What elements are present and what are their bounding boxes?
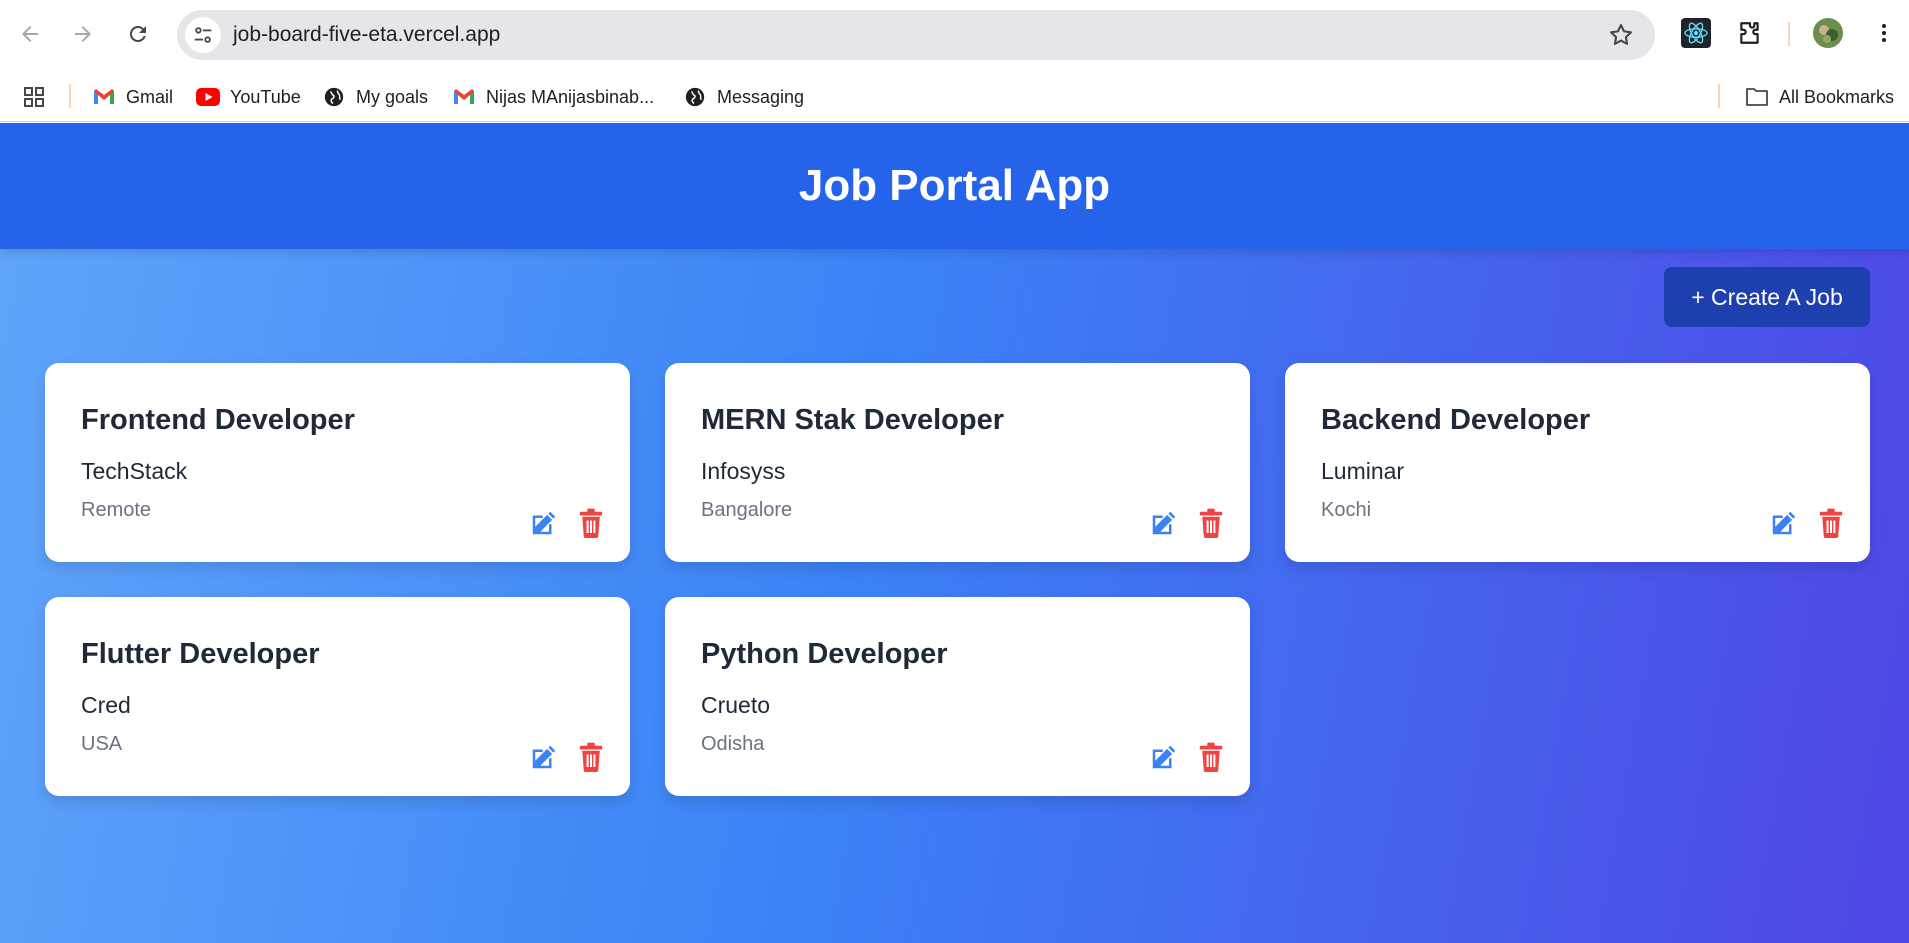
gmail-icon	[92, 85, 116, 109]
job-card: Python Developer Crueto Odisha	[665, 597, 1250, 796]
bookmark-label: My goals	[356, 86, 429, 107]
bookmarks-divider	[69, 84, 71, 108]
tune-icon	[194, 27, 212, 43]
react-icon	[1681, 18, 1711, 48]
job-location: Odisha	[701, 733, 765, 755]
profile-avatar[interactable]	[1812, 17, 1844, 49]
edit-icon[interactable]	[1149, 508, 1179, 538]
react-devtools-extension[interactable]	[1680, 17, 1712, 49]
job-title: Backend Developer	[1321, 404, 1591, 436]
job-location: Remote	[81, 499, 152, 521]
trash-icon[interactable]	[577, 742, 605, 772]
job-card: Frontend Developer TechStack Remote	[45, 363, 630, 562]
bookmark-my-goals[interactable]: My goals	[322, 82, 428, 112]
job-location: Bangalore	[701, 499, 793, 521]
apps-button[interactable]	[22, 82, 46, 112]
gmail-icon	[452, 85, 476, 109]
forward-button[interactable]	[63, 14, 103, 54]
job-company: Luminar	[1321, 458, 1405, 484]
trash-icon[interactable]	[1817, 508, 1845, 538]
job-company: Infosyss	[701, 458, 786, 484]
trash-icon[interactable]	[577, 508, 605, 538]
job-card: Backend Developer Luminar Kochi	[1285, 363, 1870, 562]
bookmark-nijas[interactable]: Nijas MAnijasbinab...	[452, 82, 654, 112]
job-title: MERN Stak Developer	[701, 404, 1004, 436]
job-company: Crueto	[701, 692, 771, 718]
job-location: USA	[81, 733, 123, 755]
puzzle-icon	[1740, 22, 1759, 44]
edit-icon[interactable]	[1769, 508, 1799, 538]
address-bar[interactable]: job-board-five-eta.vercel.app	[177, 10, 1655, 60]
bookmark-label: Gmail	[126, 86, 174, 107]
back-button[interactable]	[10, 14, 50, 54]
url-text[interactable]: job-board-five-eta.vercel.app	[233, 23, 500, 47]
arrow-left-icon	[22, 26, 38, 42]
edit-icon[interactable]	[529, 508, 559, 538]
avatar-icon	[1813, 18, 1843, 48]
apps-grid-icon	[24, 87, 44, 107]
bookmark-star-icon[interactable]	[1607, 21, 1635, 49]
edit-icon[interactable]	[529, 742, 559, 772]
extensions-button[interactable]	[1734, 17, 1766, 49]
job-card: Flutter Developer Cred USA	[45, 597, 630, 796]
bookmark-label: Nijas MAnijasbinab...	[486, 86, 655, 107]
reload-button[interactable]	[118, 14, 158, 54]
reload-icon	[129, 25, 146, 42]
bookmarks-bar: Gmail YouTube My goals Nijas MAnijasbina…	[0, 72, 1909, 122]
job-card: MERN Stak Developer Infosyss Bangalore	[665, 363, 1250, 562]
create-job-button[interactable]: + Create A Job	[1664, 267, 1870, 327]
bookmark-gmail[interactable]: Gmail	[92, 82, 173, 112]
youtube-icon	[196, 85, 220, 109]
trash-icon[interactable]	[1197, 508, 1225, 538]
job-company: Cred	[81, 692, 131, 718]
job-title: Python Developer	[701, 638, 948, 670]
edit-icon[interactable]	[1149, 742, 1179, 772]
trash-icon[interactable]	[1197, 742, 1225, 772]
toolbar-divider	[1788, 22, 1790, 46]
job-title: Flutter Developer	[81, 638, 320, 670]
browser-toolbar: job-board-five-eta.vercel.app	[0, 0, 1909, 72]
job-location: Kochi	[1321, 499, 1372, 521]
globe-icon	[322, 85, 346, 109]
all-bookmarks-label: All Bookmarks	[1779, 86, 1895, 107]
bookmark-label: YouTube	[230, 86, 301, 107]
app-header: Job Portal App	[0, 123, 1909, 249]
browser-menu-button[interactable]	[1868, 17, 1900, 49]
bookmark-messaging[interactable]: Messaging	[683, 82, 804, 112]
job-portal-app: Job Portal App + Create A Job Frontend D…	[0, 123, 1909, 943]
all-bookmarks-button[interactable]: All Bookmarks	[1745, 82, 1894, 112]
app-title: Job Portal App	[798, 161, 1111, 210]
arrow-right-icon	[75, 26, 91, 42]
bookmark-label: Messaging	[717, 86, 805, 107]
globe-icon	[683, 85, 707, 109]
more-vertical-icon	[1882, 24, 1886, 42]
job-title: Frontend Developer	[81, 404, 355, 436]
site-info-button[interactable]	[185, 17, 221, 53]
folder-icon	[1745, 85, 1769, 109]
bookmark-youtube[interactable]: YouTube	[196, 82, 301, 112]
job-company: TechStack	[81, 458, 188, 484]
bookmarks-divider	[1718, 84, 1720, 108]
